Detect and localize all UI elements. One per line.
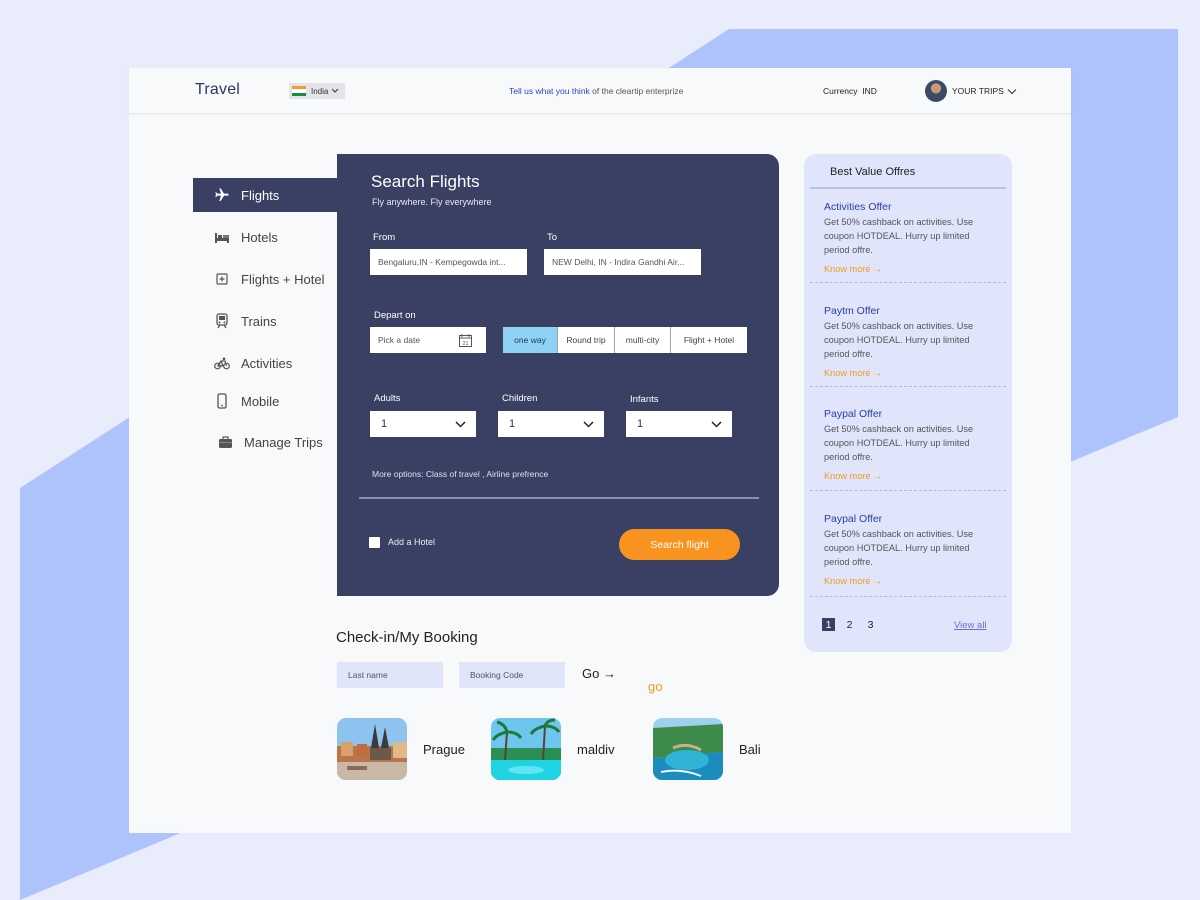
feedback-link[interactable]: Tell us what you think xyxy=(509,86,590,96)
plane-icon xyxy=(211,187,233,203)
to-label: To xyxy=(547,232,558,243)
country-label: India xyxy=(311,86,329,96)
maldiv-image xyxy=(491,718,561,780)
offer-description: Get 50% cashback on activities. Use coup… xyxy=(824,321,974,359)
sidebar-item-manage-trips[interactable]: Manage Trips xyxy=(196,425,356,459)
date-field[interactable]: Pick a date 21 xyxy=(370,327,486,353)
currency-selector[interactable]: Currency IND xyxy=(823,86,877,96)
know-more-link[interactable]: Know more → xyxy=(824,576,882,586)
offer-description: Get 50% cashback on activities. Use coup… xyxy=(824,529,974,567)
bicycle-icon xyxy=(211,357,233,370)
chevron-down-icon xyxy=(455,420,466,428)
know-more-link[interactable]: Know more → xyxy=(824,368,882,378)
chevron-down-icon xyxy=(711,420,722,428)
prague-image xyxy=(337,718,407,780)
offer-card: Paypal Offer Get 50% cashback on activit… xyxy=(810,491,1006,597)
page-1[interactable]: 1 xyxy=(822,618,835,631)
sidebar-item-activities[interactable]: Activities xyxy=(193,346,337,380)
destination-card-maldiv[interactable]: maldiv xyxy=(491,718,615,780)
tab-flight-hotel[interactable]: Flight + Hotel xyxy=(671,327,747,353)
avatar[interactable] xyxy=(925,80,947,102)
checkin-title: Check-in/My Booking xyxy=(336,629,478,646)
top-header: Travel go India Tell us what you think of… xyxy=(129,68,1071,694)
destination-card-prague[interactable]: Prague xyxy=(337,718,465,780)
offer-title[interactable]: Paytm Offer xyxy=(824,305,880,317)
destination-name: Prague xyxy=(423,741,465,757)
sidebar-item-flights[interactable]: Flights xyxy=(193,178,337,212)
booking-code-input[interactable]: Booking Code xyxy=(459,662,565,688)
india-flag-icon xyxy=(292,86,306,96)
search-title: Search Flights xyxy=(371,172,480,191)
page-2[interactable]: 2 xyxy=(843,618,856,631)
to-field[interactable]: NEW Delhi, IN - Indira Gandhi Air... xyxy=(544,249,701,275)
logo[interactable]: Travel go xyxy=(195,81,663,694)
country-selector[interactable]: India xyxy=(289,83,345,99)
from-label: From xyxy=(373,232,396,243)
pagination: 1 2 3 xyxy=(822,618,877,631)
offers-title: Best Value Offres xyxy=(830,166,916,178)
tab-multi-city[interactable]: multi-city xyxy=(615,327,671,353)
chevron-down-icon xyxy=(583,420,594,428)
mobile-icon xyxy=(211,393,233,409)
offer-description: Get 50% cashback on activities. Use coup… xyxy=(824,217,974,255)
add-hotel-checkbox[interactable] xyxy=(369,537,380,548)
tab-round-trip[interactable]: Round trip xyxy=(558,327,615,353)
bali-image xyxy=(653,718,723,780)
flight-hotel-icon xyxy=(211,272,233,286)
know-more-link[interactable]: Know more → xyxy=(824,264,882,274)
sidebar-item-flights-hotel[interactable]: Flights + Hotel xyxy=(193,262,337,296)
sidebar-item-hotels[interactable]: Hotels xyxy=(193,220,337,254)
last-name-input[interactable]: Last name xyxy=(337,662,443,688)
sidebar-item-trains[interactable]: Trains xyxy=(193,304,337,338)
search-flight-button[interactable]: Search flight xyxy=(619,529,740,560)
destination-name: maldiv xyxy=(577,741,615,757)
trip-type-tabs: one way Round trip multi-city Flight + H… xyxy=(503,327,747,353)
destination-name: Bali xyxy=(739,741,761,757)
offer-card: Paypal Offer Get 50% cashback on activit… xyxy=(810,387,1006,491)
offer-description: Get 50% cashback on activities. Use coup… xyxy=(824,424,974,462)
search-flights-panel: Search Flights Fly anywhere. Fly everywh… xyxy=(337,154,779,596)
sidebar-item-mobile[interactable]: Mobile xyxy=(193,384,337,418)
divider xyxy=(359,497,759,499)
chevron-down-icon xyxy=(1007,88,1017,94)
search-subtitle: Fly anywhere. Fly everywhere xyxy=(372,197,492,207)
offer-card: Activities Offer Get 50% cashback on act… xyxy=(810,195,1006,283)
adults-select[interactable]: 1 xyxy=(370,411,476,437)
your-trips-menu[interactable]: YOUR TRIPS xyxy=(952,86,1017,96)
children-label: Children xyxy=(502,393,538,404)
feedback-text: Tell us what you think of the cleartip e… xyxy=(509,86,684,96)
add-hotel-label: Add a Hotel xyxy=(388,537,436,547)
children-select[interactable]: 1 xyxy=(498,411,604,437)
page-3[interactable]: 3 xyxy=(864,618,877,631)
svg-text:21: 21 xyxy=(462,341,468,347)
offers-divider xyxy=(810,187,1006,189)
depart-label: Depart on xyxy=(374,310,416,321)
infants-select[interactable]: 1 xyxy=(626,411,732,437)
calendar-icon: 21 xyxy=(459,333,472,347)
more-options-link[interactable]: More options: Class of travel , Airline … xyxy=(372,469,548,479)
offer-title[interactable]: Activities Offer xyxy=(824,201,892,213)
view-all-link[interactable]: View all xyxy=(954,620,987,631)
bed-icon xyxy=(211,230,233,244)
best-value-offers-panel: Best Value Offres Activities Offer Get 5… xyxy=(804,154,1012,652)
chevron-down-icon xyxy=(332,88,339,93)
offer-title[interactable]: Paypal Offer xyxy=(824,513,882,525)
briefcase-icon xyxy=(214,435,236,449)
train-icon xyxy=(211,313,233,329)
tab-one-way[interactable]: one way xyxy=(503,327,558,353)
offer-card: Paytm Offer Get 50% cashback on activiti… xyxy=(810,283,1006,387)
know-more-link[interactable]: Know more → xyxy=(824,471,882,481)
app-window: Travel go India Tell us what you think of… xyxy=(129,68,1071,833)
destination-card-bali[interactable]: Bali xyxy=(653,718,761,780)
from-field[interactable]: Bengaluru,IN - Kempegowda int... xyxy=(370,249,527,275)
infants-label: Infants xyxy=(630,394,659,405)
go-button[interactable]: Go → xyxy=(582,666,616,681)
adults-label: Adults xyxy=(374,393,401,404)
offer-title[interactable]: Paypal Offer xyxy=(824,408,882,420)
